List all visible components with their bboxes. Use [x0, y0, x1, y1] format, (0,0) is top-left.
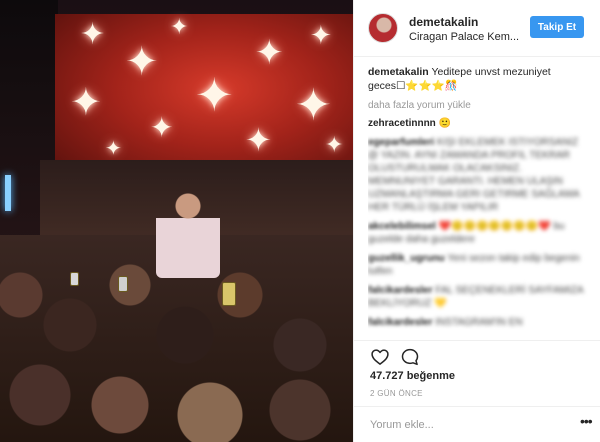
- raised-phone: [222, 282, 236, 306]
- comment-text: 🙂: [438, 118, 452, 129]
- comment-username[interactable]: guzellik_ugrunu: [368, 253, 445, 264]
- avatar[interactable]: [368, 13, 398, 43]
- star-decoration: ✦: [245, 122, 272, 158]
- stage-light: [5, 175, 11, 211]
- comment-username[interactable]: falcikardesler: [368, 285, 433, 296]
- star-decoration: ✦: [295, 81, 332, 130]
- comment-username[interactable]: falcikardesler: [368, 317, 433, 328]
- star-decoration: ✦: [80, 18, 106, 51]
- post-actions: 47.727 beğenme 2 GÜN ÖNCE: [354, 340, 600, 402]
- comment-bubble-icon[interactable]: [400, 347, 420, 367]
- singer-figure: [156, 188, 220, 278]
- post-photo[interactable]: ✦ ✦ ✦ ✦ ✦ ✦ ✦ ✦ ✦ ✦ ✦ ✦: [0, 0, 353, 442]
- comment-username[interactable]: egeparfumleri: [368, 137, 434, 148]
- post-caption: demetakalin Yeditepe unvst mezuniyet gec…: [368, 65, 590, 93]
- load-more-comments-link[interactable]: daha fazla yorum yükle: [368, 100, 590, 111]
- comment-input[interactable]: [370, 416, 560, 434]
- star-decoration: ✦: [125, 40, 159, 84]
- star-decoration: ✦: [170, 14, 189, 39]
- post-location[interactable]: Ciragan Palace Kem...: [409, 31, 519, 43]
- comment-item: zehracetinnnn 🙂: [368, 117, 590, 130]
- raised-phone: [70, 272, 79, 286]
- follow-button[interactable]: Takip Et: [530, 16, 584, 38]
- post-username[interactable]: demetakalin: [409, 15, 478, 29]
- star-decoration: ✦: [325, 132, 344, 157]
- star-decoration: ✦: [310, 20, 332, 50]
- post-sidebar: demetakalin Ciragan Palace Kem... Takip …: [353, 0, 600, 442]
- comment-text: INSTAGRAM'IN EN: [435, 317, 523, 328]
- comment-item: guzellik_ugrunu Yeni sezon takip edip be…: [368, 252, 590, 278]
- raised-phone: [118, 276, 128, 292]
- post-timestamp[interactable]: 2 GÜN ÖNCE: [370, 389, 423, 398]
- comment-item: akcelebilimsel ❤️🙂🙂🙂🙂🙂🙂🙂❤️ bu guzelde da…: [368, 220, 590, 246]
- comment-item: falcikardesler FAL SEÇENEKLERİ SAYFAMIZA…: [368, 284, 590, 310]
- star-decoration: ✦: [105, 138, 122, 160]
- comment-text: KIŞI EKLEMEK ISTIYORSANIZ @ YAZIN. AYNI …: [368, 137, 580, 213]
- stage-led-screen: ✦ ✦ ✦ ✦ ✦ ✦ ✦ ✦ ✦ ✦ ✦ ✦: [55, 14, 353, 180]
- more-options-icon[interactable]: •••: [580, 413, 593, 429]
- post-header: demetakalin Ciragan Palace Kem... Takip …: [354, 0, 600, 57]
- comment-item: egeparfumleri KIŞI EKLEMEK ISTIYORSANIZ …: [368, 136, 590, 214]
- star-decoration: ✦: [150, 112, 174, 143]
- caption-username[interactable]: demetakalin: [368, 66, 429, 78]
- star-decoration: ✦: [70, 82, 102, 124]
- heart-icon[interactable]: [370, 347, 390, 367]
- star-decoration: ✦: [195, 69, 234, 121]
- comment-username[interactable]: zehracetinnnn: [368, 118, 436, 129]
- comment-username[interactable]: akcelebilimsel: [368, 221, 436, 232]
- likes-count[interactable]: 47.727 beğenme: [370, 370, 455, 382]
- star-decoration: ✦: [255, 34, 284, 72]
- comment-item: falcikardesler INSTAGRAM'IN EN: [368, 316, 590, 329]
- add-comment-bar: •••: [354, 406, 600, 442]
- comments-list[interactable]: demetakalin Yeditepe unvst mezuniyet gec…: [368, 65, 590, 337]
